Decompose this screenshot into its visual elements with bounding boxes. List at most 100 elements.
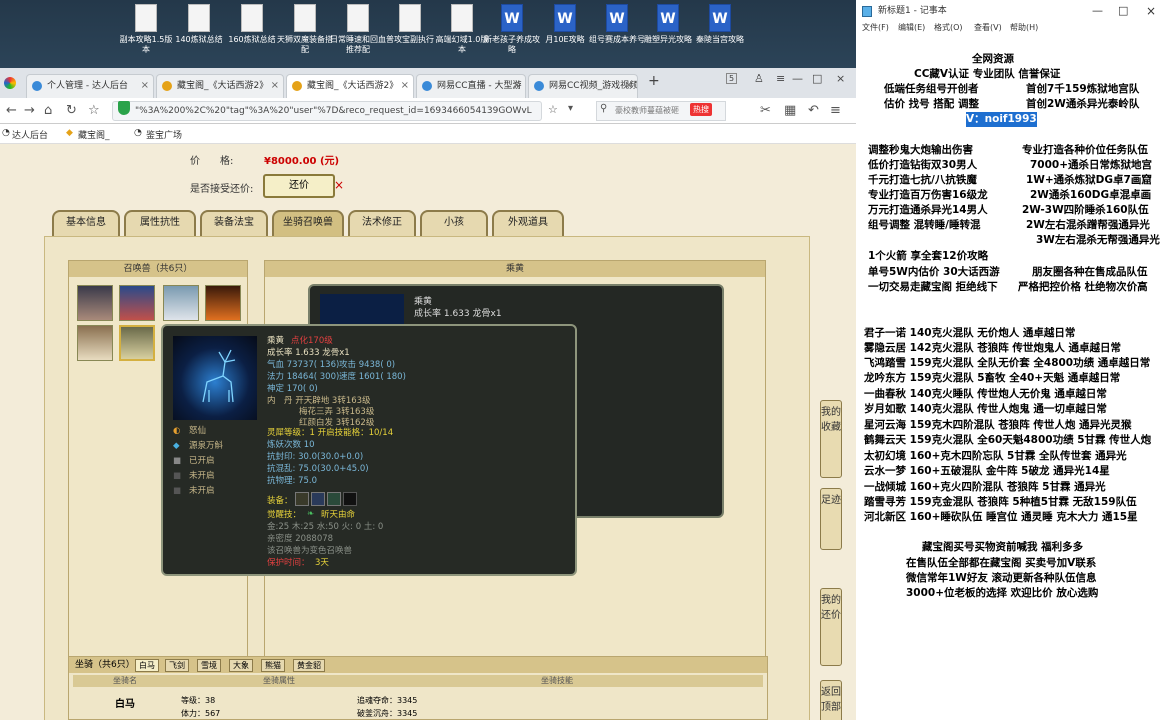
menu-format[interactable]: 格式(O) — [934, 22, 963, 33]
pet-note: 该召唤兽为变色召唤兽 — [267, 546, 353, 556]
mount-tab[interactable]: 黄金貂 — [293, 659, 325, 672]
mount-tab[interactable]: 大象 — [229, 659, 253, 672]
skill-icon: ◆ — [173, 441, 180, 451]
forward-icon[interactable]: → — [24, 103, 35, 118]
tab-child[interactable]: 小孩 — [420, 210, 488, 236]
side-button-label: 返回顶部 — [821, 687, 841, 713]
tab[interactable]: 藏宝阁_《大话西游2》 × — [156, 74, 284, 98]
desktop-file-icon[interactable]: 天狮双魔装备搭配 — [277, 4, 333, 55]
close-icon[interactable]: × — [625, 75, 633, 97]
mount-tab[interactable]: 飞剑 — [165, 659, 189, 672]
bargain-button[interactable]: 还价 — [263, 174, 335, 198]
pet-avatar[interactable] — [163, 285, 199, 321]
bookmark-item[interactable]: 藏宝阁_ — [78, 128, 110, 141]
desktop-word-icon[interactable]: W 月10E攻略 — [537, 4, 593, 45]
tab-equipment[interactable]: 装备法宝 — [200, 210, 268, 236]
bookmark-star-icon[interactable]: ☆ — [548, 103, 558, 116]
close-icon[interactable]: × — [513, 75, 521, 97]
history-button[interactable]: 足迹 — [820, 488, 842, 550]
desktop-file-icon[interactable]: 副本攻略1.5版本 — [118, 4, 174, 55]
close-icon[interactable]: × — [141, 75, 149, 97]
menu-icon[interactable]: ≡ — [776, 72, 785, 85]
tab[interactable]: 网易CC视频_游戏视频 × — [528, 74, 638, 98]
close-window-icon[interactable]: × — [836, 72, 845, 85]
pet-avatar[interactable] — [77, 325, 113, 361]
desktop-file-icon[interactable]: 140炼狱总结 — [171, 4, 227, 45]
text-line: 朋友圈各种在售成品队伍 — [1032, 266, 1148, 278]
tab-attributes[interactable]: 属性抗性 — [124, 210, 196, 236]
tab-appearance[interactable]: 外观道具 — [492, 210, 564, 236]
back-icon[interactable]: ← — [6, 103, 17, 118]
desktop-word-icon[interactable]: W 新老孩子养成攻略 — [484, 4, 540, 55]
pet-avatar[interactable] — [119, 285, 155, 321]
equip-slot[interactable] — [327, 492, 341, 506]
shirt-icon[interactable]: ♙ — [754, 72, 764, 85]
equip-slot[interactable] — [295, 492, 309, 506]
menu-edit[interactable]: 编辑(E) — [898, 22, 925, 33]
pet-lianyao: 炼妖次数 10 — [267, 440, 315, 450]
browser-logo-icon[interactable] — [4, 77, 16, 89]
desktop-icon-label: 月10E攻略 — [545, 35, 585, 44]
desktop-word-icon[interactable]: W 秦陵当宫攻略 — [692, 4, 748, 45]
hot-badge[interactable]: 热搜 — [690, 103, 712, 116]
tab[interactable]: 网易CC直播 - 大型游 × — [416, 74, 526, 98]
equip-slot[interactable] — [343, 492, 357, 506]
star-icon[interactable]: ☆ — [88, 103, 100, 118]
desktop-file-icon[interactable]: 普攻宝副执行 — [382, 4, 438, 45]
pet-detail-header: 乘黄 — [265, 261, 765, 277]
desktop-file-icon[interactable]: 160炼狱总结 — [224, 4, 280, 45]
menu-view[interactable]: 查看(V) — [974, 22, 1002, 33]
desktop-word-icon[interactable]: W 雕塑异光攻略 — [640, 4, 696, 45]
close-icon[interactable]: × — [271, 75, 279, 97]
shield-icon — [118, 101, 130, 115]
menu-help[interactable]: 帮助(H) — [1010, 22, 1038, 33]
text-line-selected: V：noif1993 — [966, 112, 1037, 127]
pet-spd: 速度 1601( 180) — [339, 372, 406, 382]
desktop-file-icon[interactable]: 高端幻域1.0版本 — [434, 4, 490, 55]
my-bargain-button[interactable]: 我的还价 — [820, 588, 842, 666]
tab-spell-mod[interactable]: 法术修正 — [348, 210, 416, 236]
close-window-icon[interactable]: × — [1146, 0, 1156, 22]
search-icon: ⚲ — [600, 103, 608, 114]
close-icon[interactable]: × — [334, 178, 344, 192]
tab[interactable]: 个人管理 - 达人后台 × — [26, 74, 154, 98]
tab-mounts-pets[interactable]: 坐骑召唤兽 — [272, 210, 344, 236]
menu-file[interactable]: 文件(F) — [862, 22, 889, 33]
skill-icon: ◐ — [173, 426, 181, 436]
grid-icon[interactable]: ▦ — [784, 103, 796, 118]
pet-avatar[interactable] — [205, 285, 241, 321]
text-line: 飞鸿踏雪 159克火混队 全队无价套 全4800功绩 通卓越日常 — [864, 357, 1151, 369]
dropdown-icon[interactable]: ▾ — [568, 103, 573, 114]
minimize-icon[interactable]: — — [792, 72, 803, 85]
tab-active[interactable]: 藏宝阁_《大话西游2》 × — [286, 74, 414, 98]
back-to-top-button[interactable]: 返回顶部 — [820, 680, 842, 720]
mount-tab[interactable]: 熊猫 — [261, 659, 285, 672]
new-tab-button[interactable]: + — [648, 73, 660, 89]
mount-tab[interactable]: 雪境 — [197, 659, 221, 672]
mount-tab[interactable]: 白马 — [135, 659, 159, 672]
more-icon[interactable]: ≡ — [830, 103, 841, 118]
equip-slot[interactable] — [311, 492, 325, 506]
column-header: 坐骑名 — [113, 676, 137, 685]
text-line: 千元打造七抗/八抗铁魔 — [868, 174, 977, 186]
bookmark-item[interactable]: 鉴宝广场 — [146, 128, 182, 141]
bookmark-item[interactable]: 达人后台 — [12, 128, 48, 141]
reload-icon[interactable]: ↻ — [66, 103, 77, 118]
pet-skill: 未开启 — [189, 471, 215, 481]
desktop-file-icon[interactable]: 日常睡速和回血推荐配 — [330, 4, 386, 55]
undo-icon[interactable]: ↶ — [808, 103, 819, 118]
pet-avatar[interactable] — [77, 285, 113, 321]
desktop-word-icon[interactable]: W 组号赛成本养号 — [589, 4, 645, 45]
tab-basic-info[interactable]: 基本信息 — [52, 210, 120, 236]
pet-list-header: 召唤兽（共6只） — [69, 261, 247, 277]
minimize-icon[interactable]: — — [1092, 0, 1103, 22]
maximize-icon[interactable]: □ — [1118, 0, 1128, 22]
scissors-icon[interactable]: ✂ — [760, 103, 771, 118]
my-favorites-button[interactable]: 我的收藏 — [820, 400, 842, 478]
maximize-icon[interactable]: □ — [812, 72, 822, 85]
home-icon[interactable]: ⌂ — [44, 103, 52, 118]
url-input[interactable]: "%3A%200%2C%20"tag"%3A%20"user"%7D&reco_… — [112, 101, 542, 121]
close-icon[interactable]: × — [401, 75, 409, 97]
tab-count-badge[interactable]: 5 — [726, 73, 738, 84]
pet-avatar-selected[interactable] — [119, 325, 155, 361]
